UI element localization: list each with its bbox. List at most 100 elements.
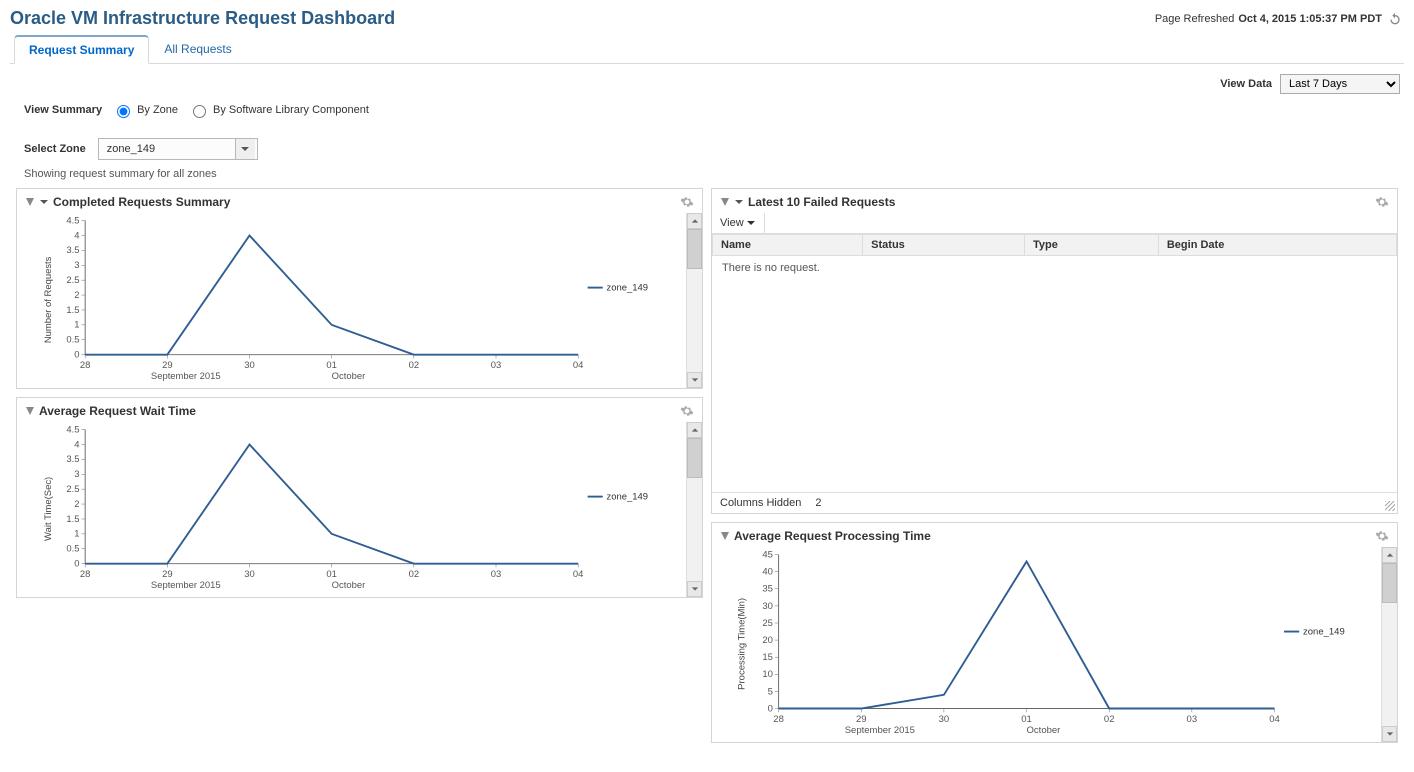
chevron-down-icon[interactable] (235, 139, 255, 159)
svg-text:September 2015: September 2015 (151, 580, 221, 591)
svg-text:1.5: 1.5 (66, 305, 79, 316)
chart-wait-time[interactable]: Wait Time(Sec)00.511.522.533.544.5282930… (17, 422, 686, 597)
vertical-scrollbar[interactable] (1381, 547, 1397, 742)
collapse-icon[interactable] (25, 406, 35, 416)
scroll-up-icon[interactable] (1382, 547, 1397, 563)
svg-text:zone_149: zone_149 (607, 491, 648, 502)
select-zone-value: zone_149 (107, 143, 155, 155)
svg-text:40: 40 (762, 567, 773, 578)
panel-title: Average Request Processing Time (734, 529, 931, 543)
view-data-label: View Data (1220, 78, 1272, 90)
svg-text:29: 29 (856, 714, 867, 725)
gear-icon[interactable] (1375, 529, 1389, 546)
svg-text:01: 01 (326, 569, 337, 580)
scroll-down-icon[interactable] (687, 581, 702, 597)
svg-text:20: 20 (762, 635, 773, 646)
svg-text:0: 0 (74, 559, 79, 570)
svg-text:30: 30 (244, 569, 255, 580)
refresh-icon[interactable] (1386, 10, 1404, 28)
table-view-menu[interactable]: View (712, 213, 765, 233)
svg-text:2.5: 2.5 (66, 484, 79, 495)
svg-text:Number of Requests: Number of Requests (43, 256, 54, 343)
gear-icon[interactable] (1375, 195, 1389, 212)
scroll-down-icon[interactable] (1382, 726, 1397, 742)
col-begin-date[interactable]: Begin Date (1158, 235, 1396, 256)
columns-hidden-label: Columns Hidden (720, 497, 801, 509)
view-data-select[interactable]: Last 7 Days (1280, 74, 1400, 94)
svg-text:03: 03 (1187, 714, 1198, 725)
panel-completed-requests: Completed Requests Summary Number of Req… (16, 188, 703, 389)
scroll-thumb[interactable] (687, 229, 702, 269)
svg-text:35: 35 (762, 584, 773, 595)
svg-text:29: 29 (162, 569, 173, 580)
gear-icon[interactable] (680, 195, 694, 212)
svg-text:2.5: 2.5 (66, 275, 79, 286)
panel-menu-icon[interactable] (734, 197, 744, 207)
svg-text:10: 10 (762, 669, 773, 680)
svg-text:October: October (332, 580, 366, 591)
svg-text:1: 1 (74, 320, 79, 331)
svg-text:0: 0 (74, 350, 79, 361)
svg-text:4: 4 (74, 230, 79, 241)
tab-all-requests[interactable]: All Requests (149, 35, 246, 63)
chart-processing-time[interactable]: Processing Time(Min)05101520253035404528… (712, 547, 1381, 742)
vertical-scrollbar[interactable] (686, 422, 702, 597)
panel-menu-icon[interactable] (39, 197, 49, 207)
svg-text:28: 28 (80, 569, 90, 580)
view-summary-by-swlib-radio[interactable] (193, 105, 206, 118)
panel-processing-time: Average Request Processing Time Processi… (711, 522, 1398, 743)
scroll-down-icon[interactable] (687, 372, 702, 388)
view-summary-by-zone-radio[interactable] (117, 105, 130, 118)
svg-text:zone_149: zone_149 (1303, 626, 1345, 637)
vertical-scrollbar[interactable] (686, 213, 702, 388)
svg-text:October: October (1027, 725, 1061, 736)
svg-text:3.5: 3.5 (66, 454, 79, 465)
svg-text:04: 04 (573, 360, 584, 371)
table-empty-message: There is no request. (712, 256, 1397, 280)
panel-wait-time: Average Request Wait Time Wait Time(Sec)… (16, 397, 703, 598)
gear-icon[interactable] (680, 404, 694, 421)
svg-text:1.5: 1.5 (66, 514, 79, 525)
col-type[interactable]: Type (1025, 235, 1159, 256)
svg-text:September 2015: September 2015 (151, 371, 221, 382)
collapse-icon[interactable] (25, 197, 35, 207)
svg-text:4.5: 4.5 (66, 424, 79, 435)
svg-text:3.5: 3.5 (66, 245, 79, 256)
svg-text:28: 28 (773, 714, 784, 725)
panel-failed-requests: Latest 10 Failed Requests View N (711, 188, 1398, 514)
svg-text:28: 28 (80, 360, 90, 371)
svg-text:Processing Time(Min): Processing Time(Min) (736, 598, 747, 690)
select-zone-dropdown[interactable]: zone_149 (98, 138, 258, 160)
chevron-down-icon (746, 218, 756, 228)
view-summary-by-swlib-label[interactable]: By Software Library Component (213, 104, 369, 116)
col-name[interactable]: Name (713, 235, 863, 256)
collapse-icon[interactable] (720, 531, 730, 541)
svg-text:03: 03 (491, 569, 502, 580)
svg-text:02: 02 (409, 569, 420, 580)
page-title: Oracle VM Infrastructure Request Dashboa… (10, 8, 395, 29)
svg-text:30: 30 (244, 360, 255, 371)
chart-completed[interactable]: Number of Requests00.511.522.533.544.528… (17, 213, 686, 388)
scroll-up-icon[interactable] (687, 213, 702, 229)
svg-text:3: 3 (74, 260, 79, 271)
svg-text:30: 30 (939, 714, 950, 725)
svg-text:01: 01 (1021, 714, 1032, 725)
panel-title: Completed Requests Summary (53, 195, 230, 209)
svg-text:04: 04 (1269, 714, 1280, 725)
col-status[interactable]: Status (863, 235, 1025, 256)
svg-text:2: 2 (74, 290, 79, 301)
svg-text:02: 02 (409, 360, 420, 371)
svg-text:04: 04 (573, 569, 584, 580)
svg-text:03: 03 (491, 360, 502, 371)
scroll-thumb[interactable] (1382, 563, 1397, 603)
scroll-thumb[interactable] (687, 438, 702, 478)
svg-text:September 2015: September 2015 (845, 725, 915, 736)
collapse-icon[interactable] (720, 197, 730, 207)
view-summary-by-zone-label[interactable]: By Zone (137, 104, 178, 116)
svg-text:3: 3 (74, 469, 79, 480)
svg-text:01: 01 (326, 360, 337, 371)
resize-handle[interactable] (1385, 501, 1395, 511)
scroll-up-icon[interactable] (687, 422, 702, 438)
tab-request-summary[interactable]: Request Summary (14, 35, 149, 64)
failed-requests-table: Name Status Type Begin Date There is no … (712, 233, 1397, 492)
